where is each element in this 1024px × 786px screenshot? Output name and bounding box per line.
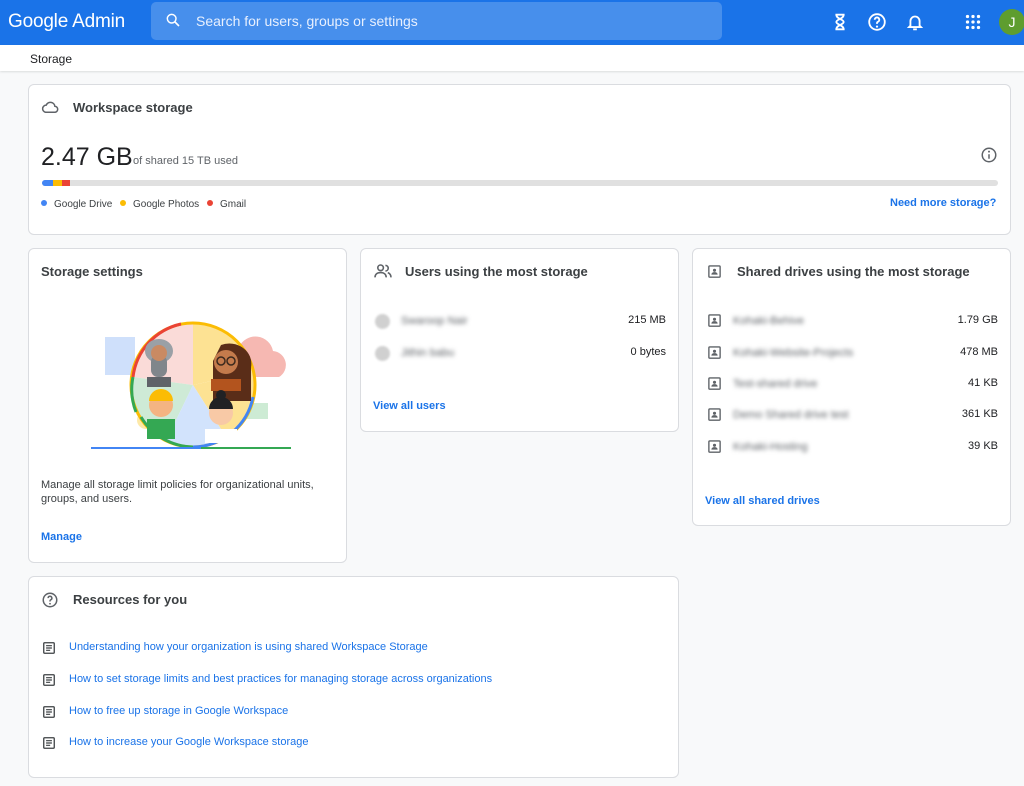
people-icon — [374, 264, 392, 278]
shared-drive-icon — [708, 265, 721, 278]
search-box[interactable] — [151, 2, 722, 40]
storage-usage-bar — [42, 180, 998, 186]
storage-settings-card: Storage settings Manage all storage limi… — [28, 248, 347, 563]
shared-drive-size: 1.79 GB — [957, 314, 998, 326]
table-row[interactable]: Test-shared drive 41 KB — [693, 375, 1010, 395]
shared-drive-name[interactable]: Kohaki-Hosting — [733, 441, 808, 453]
user-name[interactable]: Jithin babu — [401, 347, 454, 359]
breadcrumb: Storage — [0, 45, 1024, 71]
resource-link[interactable]: How to set storage limits and best pract… — [69, 673, 492, 685]
search-input[interactable] — [196, 2, 696, 40]
apps-grid-icon[interactable] — [962, 11, 984, 33]
shared-drive-icon — [708, 377, 721, 390]
storage-bar-segment-google-photos — [53, 180, 63, 186]
storage-used-value: 2.47 GB — [41, 143, 133, 171]
user-storage-value: 0 bytes — [630, 346, 666, 358]
shared-drive-size: 478 MB — [960, 346, 998, 358]
workspace-storage-title: Workspace storage — [73, 100, 193, 115]
resource-link[interactable]: How to increase your Google Workspace st… — [69, 736, 308, 748]
storage-bar-segment-gmail — [62, 180, 70, 186]
account-avatar[interactable]: J — [999, 9, 1024, 35]
resources-card: Resources for you Understanding how your… — [28, 576, 679, 778]
table-row[interactable]: Swaroop Nair 215 MB — [361, 312, 678, 332]
people-storage-illustration-icon — [91, 321, 291, 449]
shared-drive-name[interactable]: Kohaki-Behive — [733, 315, 804, 327]
workspace-storage-card: Workspace storage 2.47 GB of shared 15 T… — [28, 84, 1011, 235]
shared-drive-icon — [708, 314, 721, 327]
legend-google-photos: Google Photos — [120, 199, 199, 210]
shared-drive-icon — [708, 408, 721, 421]
legend-dot-drive — [41, 200, 47, 206]
notifications-bell-icon[interactable] — [904, 11, 926, 33]
shared-drive-size: 39 KB — [968, 440, 998, 452]
legend-gmail: Gmail — [207, 199, 246, 210]
manage-link[interactable]: Manage — [41, 531, 82, 543]
shared-drive-name[interactable]: Kohaki-Website-Projects — [733, 347, 853, 359]
resources-title: Resources for you — [73, 592, 188, 607]
need-more-storage-link[interactable]: Need more storage? — [890, 197, 996, 209]
view-all-shared-drives-link[interactable]: View all shared drives — [705, 495, 820, 507]
info-icon[interactable] — [980, 146, 998, 164]
help-icon — [42, 592, 58, 608]
shared-drive-name[interactable]: Demo Shared drive test — [733, 409, 849, 421]
user-name[interactable]: Swaroop Nair — [401, 315, 468, 327]
resource-link[interactable]: How to free up storage in Google Workspa… — [69, 705, 288, 717]
table-row[interactable]: Jithin babu 0 bytes — [361, 344, 678, 364]
top-app-bar: Google Admin J — [0, 0, 1024, 45]
users-most-storage-title: Users using the most storage — [405, 264, 588, 279]
shared-drive-name[interactable]: Test-shared drive — [733, 378, 817, 390]
shared-drives-card: Shared drives using the most storage Koh… — [692, 248, 1011, 526]
shared-drive-size: 361 KB — [961, 408, 998, 420]
storage-used-suffix: of shared 15 TB used — [133, 155, 238, 167]
user-storage-value: 215 MB — [628, 314, 666, 326]
search-icon — [166, 13, 180, 27]
resource-link[interactable]: Understanding how your organization is u… — [69, 641, 428, 653]
storage-settings-description: Manage all storage limit policies for or… — [41, 479, 314, 505]
hourglass-icon[interactable] — [829, 11, 851, 33]
shared-drives-title: Shared drives using the most storage — [737, 264, 970, 279]
table-row[interactable]: Kohaki-Hosting 39 KB — [693, 438, 1010, 458]
cloud-icon — [41, 101, 59, 113]
article-icon — [43, 706, 55, 718]
users-most-storage-card: Users using the most storage Swaroop Nai… — [360, 248, 679, 432]
article-icon — [43, 674, 55, 686]
storage-bar-segment-google-drive — [42, 180, 54, 186]
view-all-users-link[interactable]: View all users — [373, 400, 446, 412]
table-row[interactable]: Kohaki-Website-Projects 478 MB — [693, 344, 1010, 364]
breadcrumb-storage[interactable]: Storage — [30, 52, 72, 66]
legend-dot-photos — [120, 200, 126, 206]
storage-settings-title: Storage settings — [41, 264, 143, 279]
article-icon — [43, 642, 55, 654]
legend-dot-gmail — [207, 200, 213, 206]
shared-drive-icon — [708, 440, 721, 453]
legend-google-drive: Google Drive — [41, 199, 112, 210]
shared-drive-size: 41 KB — [968, 377, 998, 389]
table-row[interactable]: Kohaki-Behive 1.79 GB — [693, 312, 1010, 332]
user-avatar-icon — [375, 346, 390, 361]
article-icon — [43, 737, 55, 749]
shared-drive-icon — [708, 346, 721, 359]
user-avatar-icon — [375, 314, 390, 329]
help-icon[interactable] — [866, 11, 888, 33]
table-row[interactable]: Demo Shared drive test 361 KB — [693, 406, 1010, 426]
google-admin-logo[interactable]: Google Admin — [8, 11, 125, 33]
